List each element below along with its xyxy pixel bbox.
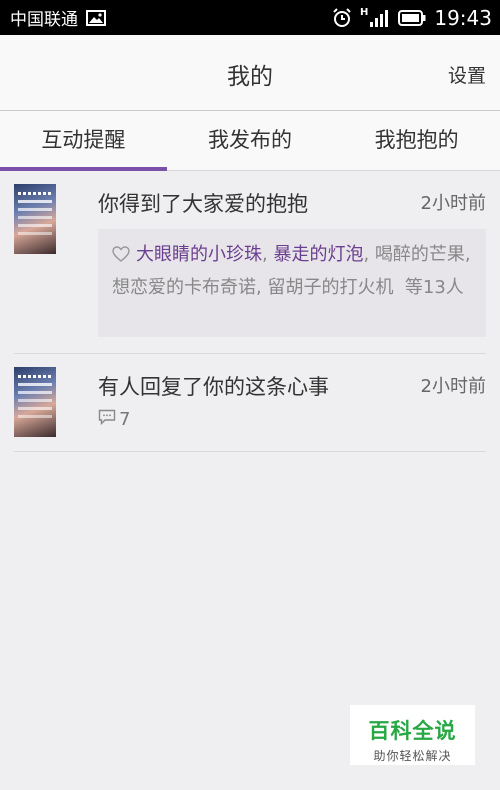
notification-list: 你得到了大家爱的抱抱 2小时前 大眼睛的小珍珠, 暴走的灯泡, 喝醉的芒果, 想… [0, 171, 500, 452]
page-title: 我的 [227, 64, 273, 90]
tab-my-hugs[interactable]: 我抱抱的 [333, 111, 500, 170]
likers-box: 大眼睛的小珍珠, 暴走的灯泡, 喝醉的芒果, 想恋爱的卡布奇诺, 留胡子的打火机… [98, 229, 486, 337]
comment-icon [98, 409, 116, 430]
liker-name[interactable]: 暴走的灯泡 [273, 244, 363, 265]
clock: 19:43 [434, 5, 492, 30]
image-notification-icon [86, 9, 106, 26]
settings-button[interactable]: 设置 [448, 61, 486, 88]
notification-title: 你得到了大家爱的抱抱 [98, 192, 308, 216]
liker-name[interactable]: 大眼睛的小珍珠 [136, 244, 262, 265]
avatar[interactable] [14, 367, 56, 437]
battery-icon [398, 9, 426, 26]
list-item-reply[interactable]: 有人回复了你的这条心事 2小时前 7 [14, 354, 486, 452]
watermark-title: 百科全说 [368, 719, 457, 743]
app-header: 我的 设置 [0, 35, 500, 111]
avatar[interactable] [14, 184, 56, 254]
status-bar: 中国联通 H 19:43 [0, 0, 500, 35]
signal-icon [370, 9, 390, 27]
tab-interaction-reminders[interactable]: 互动提醒 [0, 111, 167, 171]
comment-count-value: 7 [119, 409, 131, 430]
carrier-label: 中国联通 [10, 10, 78, 30]
liker-name[interactable]: 想恋爱的卡布奇诺 [112, 277, 256, 298]
timestamp: 2小时前 [420, 376, 486, 397]
list-item-hugs[interactable]: 你得到了大家爱的抱抱 2小时前 大眼睛的小珍珠, 暴走的灯泡, 喝醉的芒果, 想… [14, 171, 486, 354]
liker-name[interactable]: 留胡子的打火机 [267, 277, 393, 298]
network-type-label: H [359, 7, 369, 18]
notification-title: 有人回复了你的这条心事 [98, 375, 329, 399]
likers-count: 等13人 [404, 277, 464, 298]
liker-name[interactable]: 喝醉的芒果 [375, 244, 465, 265]
watermark-subtitle: 助你轻松解决 [373, 749, 452, 763]
comment-count: 7 [98, 409, 130, 430]
tab-my-posts[interactable]: 我发布的 [167, 111, 334, 170]
alarm-icon [332, 7, 352, 28]
heart-icon [112, 241, 130, 272]
tab-bar: 互动提醒 我发布的 我抱抱的 [0, 111, 500, 171]
timestamp: 2小时前 [420, 193, 486, 214]
watermark-logo: 百科全说 助你轻松解决 [350, 705, 475, 765]
